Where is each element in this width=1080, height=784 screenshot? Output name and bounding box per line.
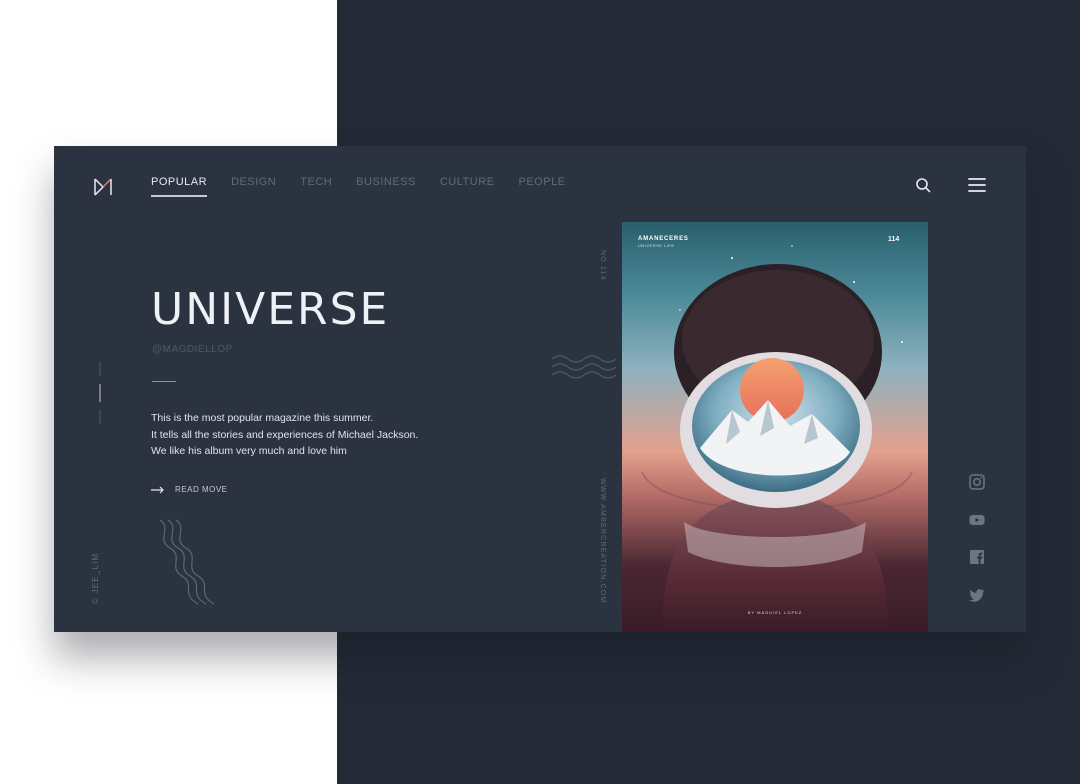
- read-more-link[interactable]: READ MOVE: [151, 485, 228, 494]
- issue-number-label: NO.114: [599, 250, 606, 281]
- cover-subtitle: UNIVERSE LIFE: [638, 243, 675, 248]
- astronaut-illustration: [641, 245, 913, 632]
- hero-description: This is the most popular magazine this s…: [151, 410, 511, 460]
- instagram-icon[interactable]: [968, 473, 986, 491]
- search-icon[interactable]: [914, 176, 932, 194]
- author-handle[interactable]: @MAGDIELLOP: [152, 344, 233, 355]
- wave-decoration: [551, 355, 617, 379]
- arrow-right-icon: [151, 486, 164, 493]
- title-divider: [152, 381, 176, 382]
- category-nav: POPULAR DESIGN TECH BUSINESS CULTURE PEO…: [151, 176, 590, 197]
- description-line: We like his album very much and love him: [151, 445, 347, 457]
- facebook-icon[interactable]: [968, 548, 986, 566]
- twitter-icon[interactable]: [968, 586, 986, 604]
- slide-indicator[interactable]: [98, 362, 102, 426]
- read-more-label: READ MOVE: [175, 485, 228, 494]
- cover-brand: AMANECERES: [638, 236, 689, 242]
- nav-item-business[interactable]: BUSINESS: [356, 176, 416, 197]
- copyright-text: © JEE_LIM: [91, 552, 100, 604]
- hero-title: UNIVERSE: [151, 284, 390, 335]
- nav-item-culture[interactable]: CULTURE: [440, 176, 495, 197]
- youtube-icon[interactable]: [968, 511, 986, 529]
- website-url[interactable]: WWW.AMBERCREATION.COM: [599, 478, 606, 603]
- magazine-cover[interactable]: AMANECERES UNIVERSE LIFE 114 BY MAGDIEL …: [622, 222, 928, 632]
- nav-item-popular[interactable]: POPULAR: [151, 176, 208, 197]
- logo-icon[interactable]: [92, 176, 114, 198]
- description-line: This is the most popular magazine this s…: [151, 412, 374, 424]
- magazine-card: POPULAR DESIGN TECH BUSINESS CULTURE PEO…: [54, 146, 1026, 632]
- nav-item-people[interactable]: PEOPLE: [519, 176, 566, 197]
- cover-credit: BY MAGDIEL LOPEZ: [747, 610, 803, 615]
- wave-decoration: [159, 519, 215, 605]
- nav-item-tech[interactable]: TECH: [300, 176, 332, 197]
- menu-icon[interactable]: [967, 177, 987, 193]
- nav-item-design[interactable]: DESIGN: [231, 176, 276, 197]
- cover-issue-number: 114: [888, 236, 900, 243]
- description-line: It tells all the stories and experiences…: [151, 428, 419, 441]
